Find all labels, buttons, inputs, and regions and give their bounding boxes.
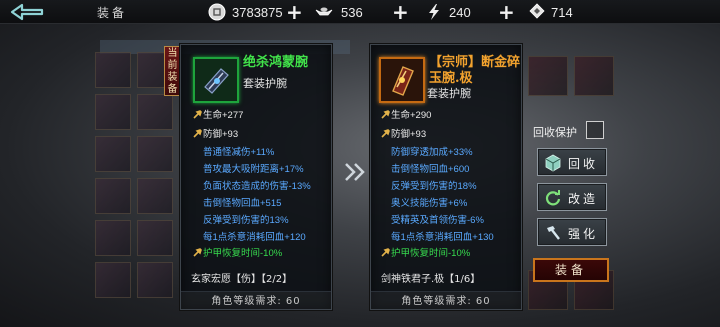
attr-row: 击倒怪物回血+600: [391, 164, 470, 175]
add-stamina-button[interactable]: +: [498, 0, 515, 24]
ticket-icon: [529, 3, 545, 19]
current-set-bonus: 玄家宏愿【伤】【2/2】: [191, 274, 293, 285]
compare-item-panel: 【宗师】断金碎玉腕.极 套装护腕 生命+290 防御+93 防御穿透加成+33%…: [370, 44, 522, 310]
attr-row: 每1点杀意消耗回血+130: [391, 232, 494, 243]
recycle-protect-label: 回收保护: [533, 126, 577, 139]
attr-row: 防御穿透加成+33%: [391, 147, 473, 158]
current-equipped-label: 当前装备: [167, 48, 178, 95]
attr-row: 防御+93: [381, 126, 426, 140]
equip-button[interactable]: 装备: [533, 258, 609, 282]
inventory-slot[interactable]: [574, 56, 614, 96]
recycle-protect-checkbox[interactable]: [586, 121, 604, 139]
gauntlet-icon: [381, 59, 423, 101]
add-silver-button[interactable]: +: [286, 0, 303, 24]
attr-row: 反弹受到伤害的18%: [391, 181, 477, 192]
attr-row: 防御+93: [193, 126, 238, 140]
reforge-button-label: 改造: [568, 192, 599, 206]
hammer-icon: [547, 226, 560, 240]
attr-row: 反弹受到伤害的13%: [203, 215, 289, 226]
current-equipped-tag: 当前装备: [164, 46, 181, 96]
strengthen-button-label: 强化: [568, 227, 599, 241]
inventory-slot[interactable]: [137, 262, 173, 298]
attr-text: 生命+290: [391, 110, 432, 121]
ticket-resource: 714: [527, 2, 573, 22]
wrench-icon: [193, 129, 202, 138]
current-item-icon: [193, 57, 239, 103]
top-bar: 装备 3783875 + 536 + 240 + 714: [0, 0, 720, 24]
attr-row: 负面状态造成的伤害-13%: [203, 181, 311, 192]
inventory-slot[interactable]: [95, 220, 131, 256]
ingot-value: 536: [341, 4, 363, 20]
back-arrow-icon: [10, 3, 44, 21]
current-item-type: 套装护腕: [243, 77, 287, 90]
silver-value: 3783875: [232, 4, 283, 20]
refresh-icon: [545, 190, 561, 206]
wrench-icon: [381, 129, 390, 138]
inventory-slot[interactable]: [137, 94, 173, 130]
attr-row: 护甲恢复时间-10%: [193, 245, 282, 259]
attr-text: 防御+93: [203, 129, 239, 140]
compare-level-requirement: 角色等级需求: 60: [401, 296, 491, 307]
current-item-panel: 绝杀鸿蒙腕 套装护腕 生命+277 防御+93 普通怪减伤+11% 普攻最大吸附…: [180, 44, 332, 310]
ticket-value: 714: [551, 4, 573, 20]
inventory-slot[interactable]: [95, 136, 131, 172]
attr-row: 生命+277: [193, 107, 243, 121]
current-item-name: 绝杀鸿蒙腕: [243, 55, 309, 70]
inventory-slot[interactable]: [137, 136, 173, 172]
compare-item-name: 【宗师】断金碎玉腕.极: [429, 55, 521, 86]
inventory-slot[interactable]: [137, 220, 173, 256]
ingot-icon: [315, 7, 333, 16]
silver-resource: 3783875: [208, 2, 283, 22]
wrench-icon: [381, 110, 390, 119]
inventory-slot[interactable]: [137, 178, 173, 214]
attr-text: 防御+93: [391, 129, 427, 140]
attr-text: 护甲恢复时间-10%: [203, 248, 283, 259]
attr-row: 每1点杀意消耗回血+120: [203, 232, 306, 243]
recycle-button[interactable]: 回收: [537, 148, 607, 176]
compare-item-type: 套装护腕: [427, 87, 471, 100]
add-ingot-button[interactable]: +: [392, 0, 409, 24]
silver-coin-icon: [208, 3, 226, 21]
compare-arrow-icon: [345, 163, 365, 181]
back-button[interactable]: [8, 2, 48, 22]
inventory-slot[interactable]: [95, 178, 131, 214]
inventory-slot[interactable]: [95, 262, 131, 298]
attr-text: 生命+277: [203, 110, 244, 121]
lightning-icon: [429, 4, 439, 20]
reforge-button[interactable]: 改造: [537, 183, 607, 211]
recycle-button-label: 回收: [568, 157, 599, 171]
attr-row: 生命+290: [381, 107, 431, 121]
inventory-slot[interactable]: [95, 94, 131, 130]
compare-item-icon: [379, 57, 425, 103]
current-level-requirement: 角色等级需求: 60: [211, 296, 301, 307]
attr-row: 普攻最大吸附距离+17%: [203, 164, 304, 175]
wrench-icon: [193, 248, 202, 257]
attr-row: 护甲恢复时间-10%: [381, 245, 470, 259]
attr-row: 击倒怪物回血+515: [203, 198, 282, 209]
attr-row: 普通怪减伤+11%: [203, 147, 275, 158]
attr-text: 护甲恢复时间-10%: [391, 248, 471, 259]
wrench-icon: [193, 110, 202, 119]
equip-button-label: 装备: [554, 263, 587, 277]
wrench-icon: [381, 248, 390, 257]
screen-title: 装备: [97, 6, 128, 20]
inventory-slot[interactable]: [95, 52, 131, 88]
attr-row: 受精英及首领伤害-6%: [391, 215, 484, 226]
stamina-value: 240: [449, 4, 471, 20]
bracer-icon: [195, 59, 237, 101]
attr-row: 奥义技能伤害+6%: [391, 198, 468, 209]
cube-icon: [545, 154, 561, 172]
strengthen-button[interactable]: 强化: [537, 218, 607, 246]
inventory-slot[interactable]: [528, 56, 568, 96]
ingot-resource: 536: [313, 2, 363, 22]
compare-set-bonus: 剑神铁君子.极【1/6】: [381, 274, 481, 285]
stamina-resource: 240: [425, 2, 471, 22]
